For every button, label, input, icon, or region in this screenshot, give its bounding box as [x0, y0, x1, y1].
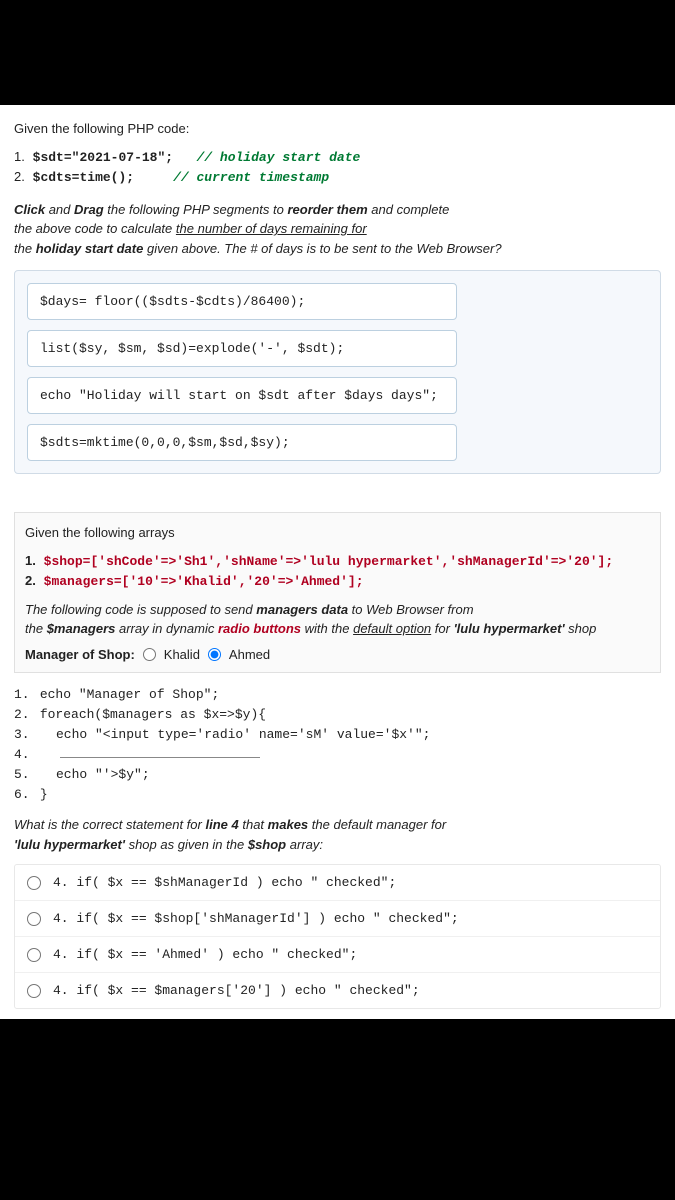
q1-intro: Given the following PHP code: [14, 119, 661, 139]
option-2[interactable]: 4. if( $x == $shop['shManagerId'] ) echo… [15, 901, 660, 937]
drag-drop-area[interactable]: $days= floor(($sdts-$cdts)/86400); list(… [14, 270, 661, 474]
q1-codeline-2: 2. $cdts=time(); // current timestamp [14, 167, 661, 188]
option-4[interactable]: 4. if( $x == $managers['20'] ) echo " ch… [15, 973, 660, 1008]
option-3-radio[interactable] [27, 948, 41, 962]
q2-intro: Given the following arrays [25, 523, 648, 543]
radio-khalid[interactable] [143, 648, 156, 661]
option-3[interactable]: 4. if( $x == 'Ahmed' ) echo " checked"; [15, 937, 660, 973]
drag-block-3[interactable]: echo "Holiday will start on $sdt after $… [27, 377, 457, 414]
q2-context-box: Given the following arrays 1. $shop=['sh… [14, 512, 661, 673]
q2-code-listing: 1. echo "Manager of Shop"; 2. foreach($m… [14, 685, 661, 806]
option-1-radio[interactable] [27, 876, 41, 890]
q2-array-1: 1. $shop=['shCode'=>'Sh1','shName'=>'lul… [25, 551, 648, 572]
option-1[interactable]: 4. if( $x == $shManagerId ) echo " check… [15, 865, 660, 901]
q1-instructions: Click and Drag the following PHP segment… [14, 200, 661, 259]
code-blank-line: 4. [14, 745, 661, 765]
q2-array-2: 2. $managers=['10'=>'Khalid','20'=>'Ahme… [25, 571, 648, 592]
option-2-radio[interactable] [27, 912, 41, 926]
manager-radio-demo: Manager of Shop: Khalid Ahmed [25, 647, 648, 662]
q2-ask: What is the correct statement for line 4… [14, 815, 661, 854]
drag-block-1[interactable]: $days= floor(($sdts-$cdts)/86400); [27, 283, 457, 320]
q2-description: The following code is supposed to send m… [25, 600, 648, 639]
answer-options: 4. if( $x == $shManagerId ) echo " check… [14, 864, 661, 1009]
radio-khalid-label: Khalid [164, 647, 200, 662]
radio-ahmed[interactable] [208, 648, 221, 661]
radio-ahmed-label: Ahmed [229, 647, 270, 662]
page-content: Given the following PHP code: 1. $sdt="2… [0, 105, 675, 1019]
drag-block-2[interactable]: list($sy, $sm, $sd)=explode('-', $sdt); [27, 330, 457, 367]
option-4-radio[interactable] [27, 984, 41, 998]
q1-codeline-1: 1. $sdt="2021-07-18"; // holiday start d… [14, 147, 661, 168]
drag-block-4[interactable]: $sdts=mktime(0,0,0,$sm,$sd,$sy); [27, 424, 457, 461]
